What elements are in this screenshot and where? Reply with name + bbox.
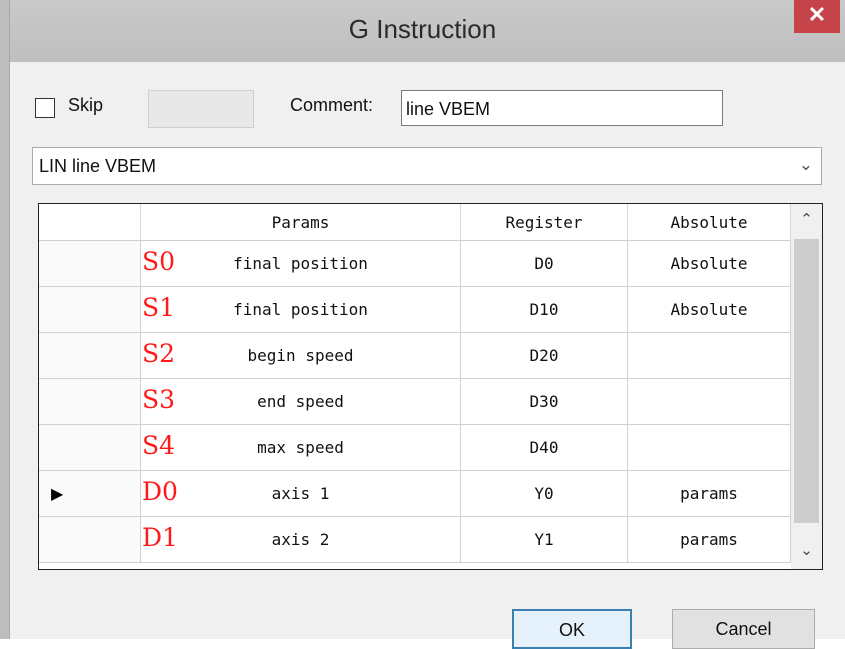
ok-button[interactable]: OK [512,609,632,649]
row-header[interactable] [39,517,141,563]
param-tag-label: D1 [142,523,178,552]
register-cell[interactable]: Y1 [461,517,628,563]
param-cell[interactable]: end speed [141,379,461,425]
param-cell[interactable]: begin speed [141,333,461,379]
param-cell[interactable]: axis 2 [141,517,461,563]
scroll-up-icon[interactable]: ⌃ [791,210,822,228]
close-button[interactable]: ✕ [794,0,840,33]
row-header[interactable] [39,379,141,425]
row-header[interactable] [39,333,141,379]
skip-checkbox[interactable] [35,98,55,118]
absolute-cell[interactable]: params [628,471,791,517]
instruction-select-value: LIN line VBEM [39,156,157,176]
params-grid: Params Register Absolute ⌃ ⌄ final posit… [38,203,823,570]
absolute-cell[interactable]: Absolute [628,241,791,287]
param-cell[interactable]: final position [141,287,461,333]
absolute-cell[interactable]: params [628,517,791,563]
param-tag-label: S0 [142,247,176,276]
register-cell[interactable]: D40 [461,425,628,471]
comment-input[interactable]: line VBEM [401,90,723,126]
chevron-down-icon[interactable]: ⌄ [799,155,813,175]
register-cell[interactable]: Y0 [461,471,628,517]
scroll-thumb[interactable] [794,239,819,523]
param-tag-label: S1 [142,293,176,322]
register-cell[interactable]: D10 [461,287,628,333]
register-cell[interactable]: D30 [461,379,628,425]
scroll-down-icon[interactable]: ⌄ [791,541,822,559]
g-instruction-dialog: G Instruction ✕ Skip Comment: line VBEM … [0,0,845,649]
param-cell[interactable]: max speed [141,425,461,471]
absolute-cell[interactable]: Absolute [628,287,791,333]
skip-label[interactable]: Skip [68,95,103,116]
column-header-register[interactable]: Register [461,204,628,241]
column-header-absolute[interactable]: Absolute [628,204,791,241]
cancel-button[interactable]: Cancel [672,609,815,649]
param-tag-label: S3 [142,385,176,414]
column-header-params[interactable]: Params [141,204,461,241]
instruction-select[interactable]: LIN line VBEM ⌄ [32,147,822,185]
param-cell[interactable]: final position [141,241,461,287]
row-header[interactable] [39,425,141,471]
dialog-body: Skip Comment: line VBEM LIN line VBEM ⌄ … [10,62,845,649]
absolute-cell[interactable] [628,425,791,471]
absolute-cell[interactable] [628,333,791,379]
row-header[interactable] [39,241,141,287]
comment-label: Comment: [290,95,374,115]
grid-corner-header [39,204,141,241]
param-cell[interactable]: axis 1 [141,471,461,517]
param-tag-label: D0 [142,477,178,506]
close-icon: ✕ [807,2,827,27]
absolute-cell[interactable] [628,379,791,425]
param-tag-label: S4 [142,431,176,460]
register-cell[interactable]: D20 [461,333,628,379]
param-tag-label: S2 [142,339,176,368]
row-header[interactable]: ▶ [39,471,141,517]
dialog-title: G Instruction [348,14,497,44]
vertical-scrollbar[interactable]: ⌃ ⌄ [791,204,822,569]
register-cell[interactable]: D0 [461,241,628,287]
window-left-edge [0,0,10,639]
current-row-icon: ▶ [51,486,64,503]
skip-value-field [148,90,254,128]
row-header[interactable] [39,287,141,333]
title-bar[interactable]: G Instruction ✕ [0,0,845,62]
